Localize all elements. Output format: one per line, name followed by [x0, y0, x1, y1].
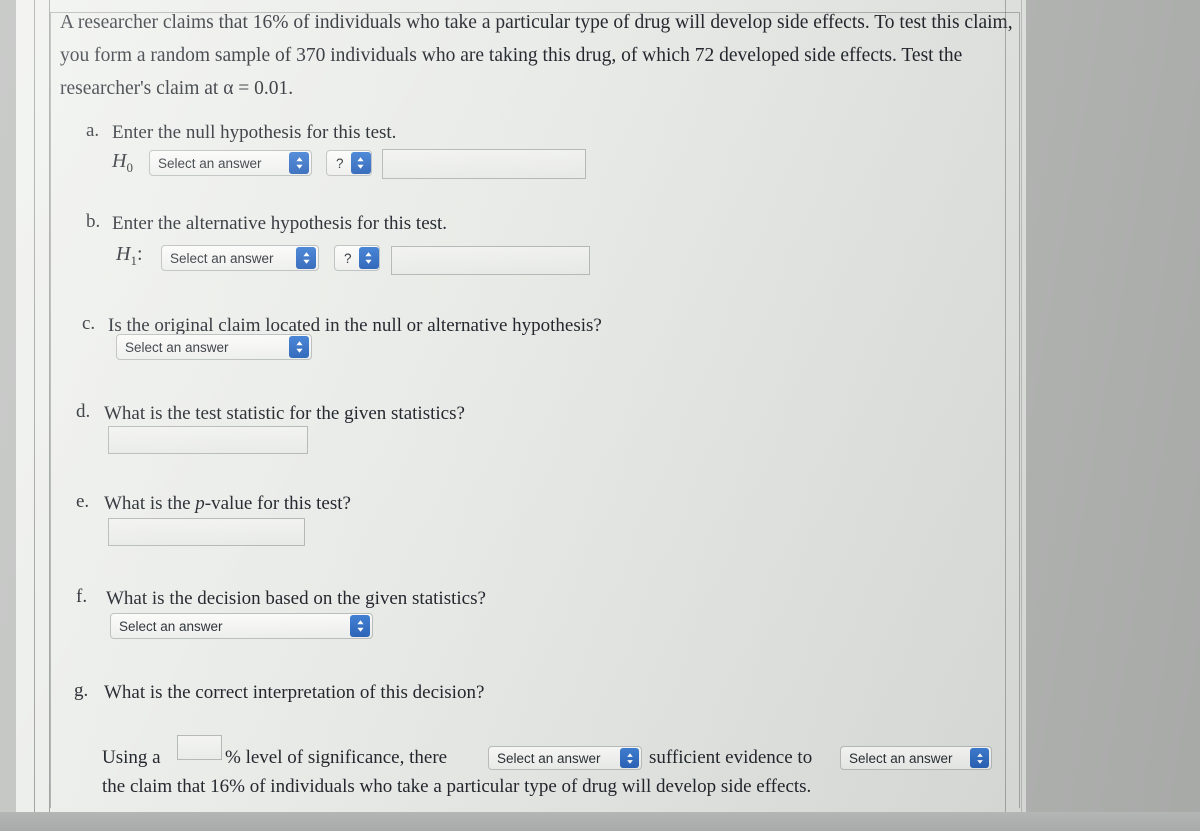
part-b-operator-label: ? [344, 250, 352, 266]
part-f-marker: f. [76, 586, 88, 607]
part-e-question: What is the p-value for this test? [104, 491, 351, 517]
part-a-hypothesis-select[interactable]: Select an answer [149, 150, 312, 176]
part-a-marker: a. [86, 120, 100, 141]
part-e-text-after: -value for this test? [204, 493, 351, 514]
part-b-value-input[interactable] [391, 246, 590, 275]
chevron-updown-icon[interactable] [296, 247, 316, 269]
chevron-updown-icon[interactable] [970, 748, 989, 768]
part-f-select-label: Select an answer [119, 618, 223, 634]
part-g-sentence-lead: Using a [102, 747, 161, 768]
part-a-question: Enter the null hypothesis for this test. [112, 122, 397, 143]
part-g-marker: g. [74, 680, 89, 701]
part-g-significance-input[interactable] [177, 735, 222, 760]
part-f-select[interactable]: Select an answer [110, 613, 373, 639]
part-a-operator-label: ? [336, 155, 344, 171]
chevron-updown-icon[interactable] [350, 615, 370, 637]
part-f-question: What is the decision based on the given … [106, 588, 486, 609]
page-right-border-outer [1021, 0, 1022, 831]
part-a-hypothesis-label: H0 [112, 150, 133, 175]
part-g-final-line: the claim that 16% of individuals who ta… [102, 776, 812, 797]
part-b-marker: b. [86, 211, 101, 232]
chevron-updown-icon[interactable] [620, 748, 639, 768]
part-d-question: What is the test statistic for the given… [104, 403, 465, 424]
part-a-operator-select[interactable]: ? [326, 150, 372, 176]
part-c-marker: c. [82, 313, 96, 334]
chevron-updown-icon[interactable] [358, 247, 379, 269]
browser-page: A researcher claims that 16% of individu… [16, 0, 1026, 812]
part-b-hypothesis-select[interactable]: Select an answer [161, 245, 319, 271]
part-b-operator-select[interactable]: ? [334, 245, 380, 271]
part-g-question: What is the correct interpretation of th… [104, 682, 485, 703]
screen-photo: A researcher claims that 16% of individu… [0, 0, 1200, 831]
page-bottom-band [0, 812, 1200, 831]
problem-statement: A researcher claims that 16% of individu… [60, 12, 1013, 99]
part-c-select[interactable]: Select an answer [116, 334, 312, 360]
part-g-middle-text: sufficient evidence to [649, 747, 813, 768]
chevron-updown-icon[interactable] [289, 336, 309, 358]
part-e-p-symbol: p [195, 493, 205, 514]
part-b-hypothesis-label: H1: [116, 243, 143, 268]
part-e-text-before: What is the [104, 493, 196, 514]
part-e-marker: e. [76, 491, 90, 512]
part-g-select-1-label: Select an answer [497, 750, 601, 766]
part-d-marker: d. [76, 401, 91, 422]
part-a-select-label: Select an answer [158, 155, 262, 171]
page-left-border-outer [34, 0, 35, 812]
part-b-select-label: Select an answer [170, 250, 274, 266]
chevron-updown-icon[interactable] [289, 152, 309, 174]
part-g-select-1[interactable]: Select an answer [488, 746, 642, 770]
part-a-value-input[interactable] [382, 149, 586, 179]
part-d-answer-input[interactable] [108, 426, 308, 454]
part-g-select-2[interactable]: Select an answer [840, 746, 992, 770]
part-g-select-2-label: Select an answer [849, 750, 953, 766]
part-b-question: Enter the alternative hypothesis for thi… [112, 213, 448, 234]
chevron-updown-icon[interactable] [350, 152, 371, 174]
part-c-select-label: Select an answer [125, 339, 229, 355]
part-g-after-box-text: % level of significance, there [225, 747, 448, 768]
part-e-answer-input[interactable] [108, 518, 305, 546]
page-right-border-inner [1005, 0, 1006, 831]
